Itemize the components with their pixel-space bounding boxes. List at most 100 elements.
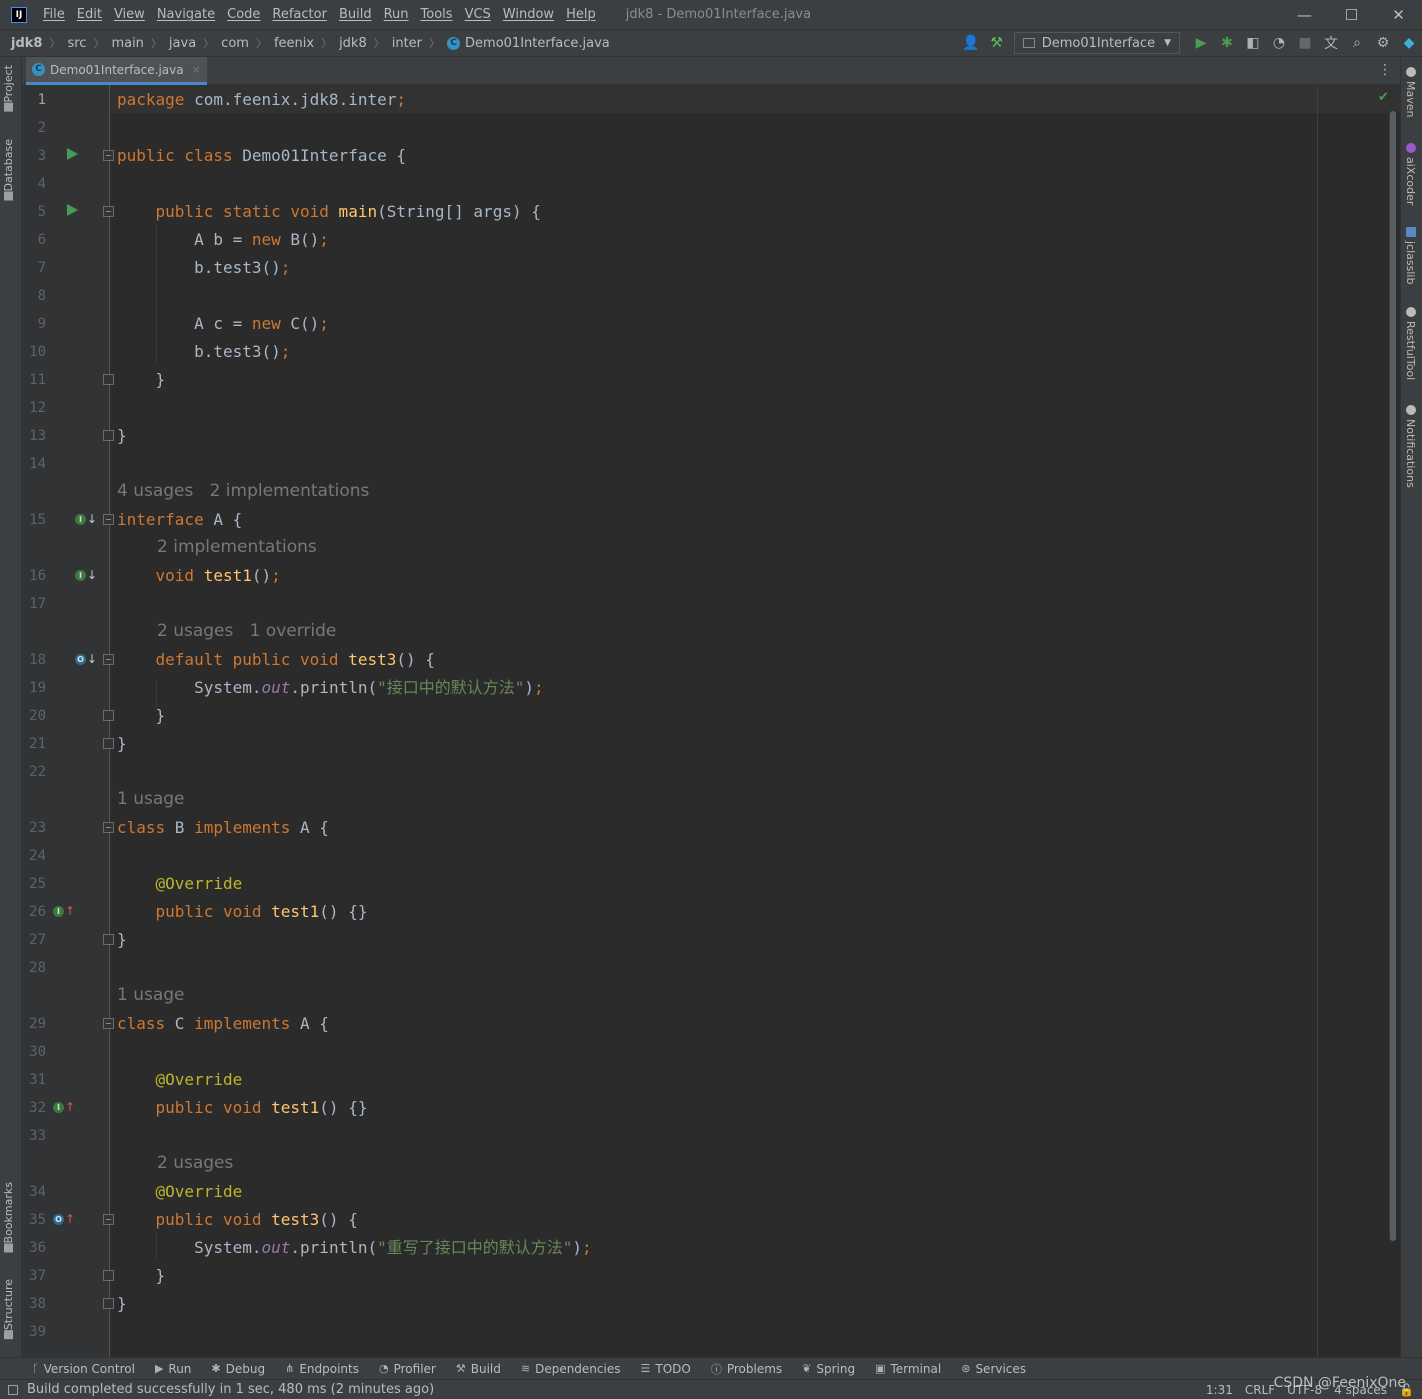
database-tool-tab[interactable]: Database bbox=[2, 139, 15, 205]
status-message[interactable]: Build completed successfully in 1 sec, 4… bbox=[27, 1382, 434, 1397]
user-icon[interactable]: 👤 bbox=[958, 30, 984, 56]
menu-window[interactable]: Window bbox=[503, 7, 554, 22]
code-vision-hint[interactable]: 2 usages bbox=[157, 1149, 233, 1177]
minimize-button[interactable]: — bbox=[1281, 0, 1328, 29]
menu-help[interactable]: Help bbox=[566, 7, 596, 22]
profiler-icon[interactable]: ◔ bbox=[1266, 30, 1292, 56]
breadcrumb-item[interactable]: main bbox=[111, 36, 143, 51]
stop-icon[interactable]: ■ bbox=[1292, 30, 1318, 56]
restfultool-tool-tab[interactable]: RestfulTool bbox=[1404, 307, 1417, 380]
menu-code[interactable]: Code bbox=[227, 7, 260, 22]
implemented-down-icon[interactable]: I ↓ bbox=[75, 513, 97, 525]
terminal-tool-button[interactable]: ▣ Terminal bbox=[875, 1362, 941, 1376]
implemented-down-icon[interactable]: I ↓ bbox=[75, 569, 97, 581]
implements-up-icon[interactable]: I ↑ bbox=[53, 905, 75, 917]
run-main-icon[interactable] bbox=[67, 204, 78, 216]
maximize-button[interactable]: ☐ bbox=[1328, 0, 1375, 29]
inspection-ok-icon[interactable]: ✔ bbox=[1378, 90, 1389, 105]
notifications-tool-tab[interactable]: Notifications bbox=[1404, 405, 1417, 488]
menu-build[interactable]: Build bbox=[339, 7, 372, 22]
breadcrumb-item[interactable]: feenix bbox=[274, 36, 314, 51]
fold-toggle-icon[interactable] bbox=[103, 654, 114, 665]
code-vision-hint[interactable]: 1 usage bbox=[117, 785, 185, 813]
maven-tool-tab[interactable]: Maven bbox=[1404, 67, 1417, 117]
menu-view[interactable]: View bbox=[114, 7, 145, 22]
search-icon[interactable]: ⌕ bbox=[1344, 30, 1370, 56]
structure-tool-tab[interactable]: Structure bbox=[2, 1279, 15, 1343]
fold-end-icon[interactable] bbox=[103, 710, 114, 721]
breadcrumb-item[interactable]: inter bbox=[392, 36, 422, 51]
scrollbar-thumb[interactable] bbox=[1390, 111, 1396, 1241]
todo-tool-button[interactable]: ☰ TODO bbox=[640, 1362, 690, 1376]
fold-toggle-icon[interactable] bbox=[103, 150, 114, 161]
debug-tool-button[interactable]: ✱ Debug bbox=[211, 1362, 265, 1376]
tool-windows-toggle-icon[interactable] bbox=[8, 1384, 18, 1395]
code-vision-hint[interactable]: 2 usages 1 override bbox=[157, 617, 336, 645]
more-vertical-icon[interactable]: ⋮ bbox=[1378, 62, 1392, 78]
debug-icon[interactable]: ✱ bbox=[1214, 30, 1240, 56]
tab-demo01interface[interactable]: C Demo01Interface.java × bbox=[26, 57, 207, 85]
structure-icon bbox=[4, 1330, 13, 1340]
services-tool-button[interactable]: ⊛ Services bbox=[961, 1362, 1026, 1376]
line-number: 5 bbox=[37, 204, 46, 220]
fold-end-icon[interactable] bbox=[103, 1270, 114, 1281]
spring-tool-button[interactable]: ❦ Spring bbox=[802, 1362, 855, 1376]
breadcrumb-item[interactable]: jdk8 bbox=[11, 36, 42, 51]
code-editor[interactable]: 1 2 3 4 5 6 7 8 9 10 11 12 13 14 15 16 1… bbox=[22, 85, 1400, 1357]
coverage-icon[interactable]: ◧ bbox=[1240, 30, 1266, 56]
breadcrumb-item[interactable]: jdk8 bbox=[339, 36, 367, 51]
fold-end-icon[interactable] bbox=[103, 374, 114, 385]
fold-end-icon[interactable] bbox=[103, 934, 114, 945]
project-tool-tab[interactable]: Project bbox=[2, 65, 15, 116]
overrides-up-icon[interactable]: O ↑ bbox=[53, 1213, 75, 1225]
dependencies-tool-button[interactable]: ≋ Dependencies bbox=[521, 1362, 621, 1376]
menu-file[interactable]: File bbox=[43, 7, 65, 22]
breadcrumb-item[interactable]: java bbox=[169, 36, 196, 51]
breadcrumb-item[interactable]: src bbox=[67, 36, 86, 51]
bookmarks-tool-tab[interactable]: Bookmarks bbox=[2, 1182, 15, 1256]
menu-refactor[interactable]: Refactor bbox=[272, 7, 327, 22]
run-icon[interactable]: ▶ bbox=[1188, 30, 1214, 56]
fold-toggle-icon[interactable] bbox=[103, 1018, 114, 1029]
fold-toggle-icon[interactable] bbox=[103, 514, 114, 525]
fold-end-icon[interactable] bbox=[103, 430, 114, 441]
menu-navigate[interactable]: Navigate bbox=[157, 7, 215, 22]
breadcrumb-item[interactable]: com bbox=[221, 36, 249, 51]
menu-tools[interactable]: Tools bbox=[421, 7, 453, 22]
run-configuration-select[interactable]: Demo01Interface ▼ bbox=[1013, 32, 1180, 54]
line-number: 26 bbox=[29, 904, 46, 920]
fold-end-icon[interactable] bbox=[103, 738, 114, 749]
code-vision-hint[interactable]: 4 usages 2 implementations bbox=[117, 477, 369, 505]
jclasslib-tool-tab[interactable]: jclasslib bbox=[1404, 227, 1417, 284]
translate-icon[interactable]: 文 bbox=[1318, 30, 1344, 56]
menu-run[interactable]: Run bbox=[384, 7, 409, 22]
overridden-down-icon[interactable]: O ↓ bbox=[75, 653, 97, 665]
caret-position[interactable]: 1:31 bbox=[1206, 1383, 1233, 1397]
fold-toggle-icon[interactable] bbox=[103, 822, 114, 833]
line-separator[interactable]: CRLF bbox=[1245, 1383, 1275, 1397]
build-tool-button[interactable]: ⚒ Build bbox=[456, 1362, 501, 1376]
breadcrumb-file[interactable]: Demo01Interface.java bbox=[465, 36, 610, 51]
code-vision-hint[interactable]: 2 implementations bbox=[157, 533, 317, 561]
build-hammer-icon[interactable]: ⚒ bbox=[984, 30, 1010, 56]
endpoints-tool-button[interactable]: ⋔ Endpoints bbox=[285, 1362, 359, 1376]
line-number: 25 bbox=[29, 876, 46, 892]
run-class-icon[interactable] bbox=[67, 148, 78, 160]
version-control-tool-button[interactable]: ᚴ Version Control bbox=[32, 1362, 135, 1376]
profiler-tool-button[interactable]: ◔ Profiler bbox=[379, 1362, 436, 1376]
code-vision-hint[interactable]: 1 usage bbox=[117, 981, 185, 1009]
fold-toggle-icon[interactable] bbox=[103, 1214, 114, 1225]
aixcoder-tool-tab[interactable]: aiXcoder bbox=[1404, 143, 1417, 205]
fold-toggle-icon[interactable] bbox=[103, 206, 114, 217]
profiler-icon: ◔ bbox=[379, 1362, 389, 1375]
implements-up-icon[interactable]: I ↑ bbox=[53, 1101, 75, 1113]
problems-tool-button[interactable]: ⓘ Problems bbox=[711, 1361, 782, 1377]
close-icon[interactable]: × bbox=[192, 63, 201, 76]
gear-icon[interactable]: ⚙ bbox=[1370, 30, 1396, 56]
fold-end-icon[interactable] bbox=[103, 1298, 114, 1309]
menu-edit[interactable]: Edit bbox=[77, 7, 102, 22]
run-tool-button[interactable]: ▶ Run bbox=[155, 1362, 191, 1376]
close-button[interactable]: ✕ bbox=[1375, 0, 1422, 29]
menu-vcs[interactable]: VCS bbox=[465, 7, 491, 22]
plugin-icon[interactable]: ◆ bbox=[1396, 30, 1422, 56]
